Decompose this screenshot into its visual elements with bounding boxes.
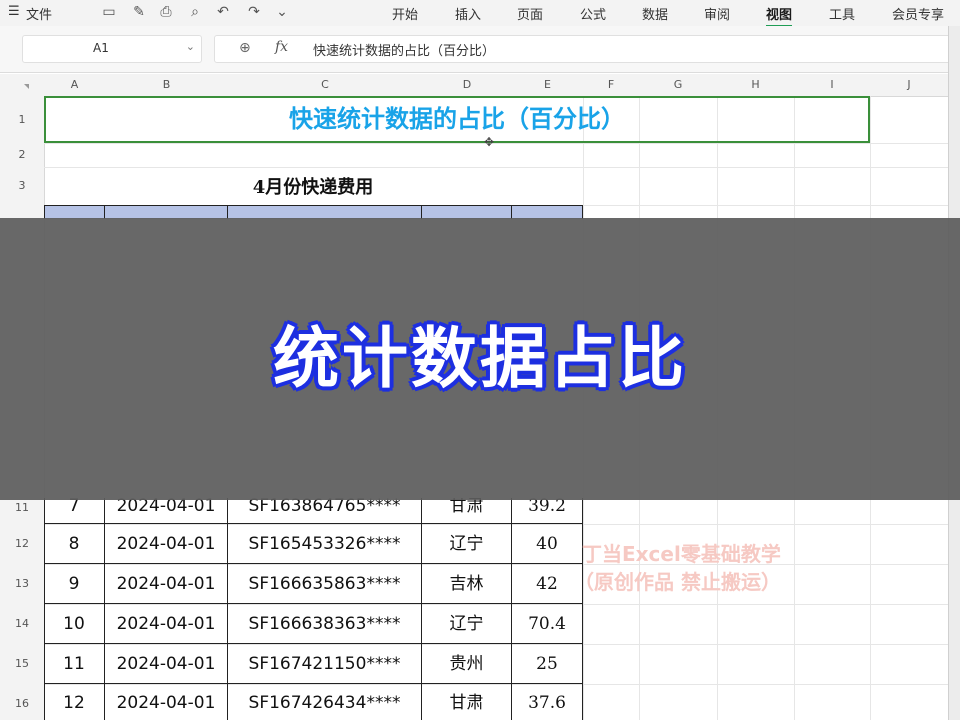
name-box[interactable]: A1 ⌄ [22,35,202,63]
cell-fee[interactable]: 37.6 [512,684,583,720]
formula-content: 快速统计数据的占比（百分比） [313,44,496,59]
file-menu[interactable]: 文件 [26,4,52,23]
cell-tracking[interactable]: SF163864765**** [228,498,422,524]
cell-tracking[interactable]: SF166635863**** [228,564,422,604]
cell-no[interactable]: 9 [44,564,105,604]
cell-no[interactable]: 11 [44,644,105,684]
caption-text: 统计数据占比 [273,320,687,397]
cell-fee[interactable]: 40 [512,524,583,564]
brush-icon[interactable]: ✎ [130,3,148,21]
table-header-cell[interactable] [512,205,583,219]
column-header-c[interactable]: C [228,74,422,97]
tab-member[interactable]: 会员专享 [892,4,948,23]
save-icon[interactable]: ▭ [100,3,118,21]
cell-no[interactable]: 10 [44,604,105,644]
cell-fee[interactable]: 25 [512,644,583,684]
column-header-g[interactable]: G [639,74,717,97]
select-all-icon [24,84,29,89]
row-header-2[interactable]: 2 [0,143,45,167]
tab-view[interactable]: 视图 [766,4,793,27]
table-header-cell[interactable] [228,205,422,219]
cell-date[interactable]: 2024-04-01 [105,644,228,684]
select-all-corner[interactable] [0,74,44,97]
column-header-j[interactable]: J [870,74,948,97]
row-header-16[interactable]: 16 [0,684,45,720]
column-header-h[interactable]: H [717,74,794,97]
cell-no[interactable]: 7 [44,498,105,524]
tab-tools[interactable]: 工具 [829,4,855,23]
print-icon[interactable]: ⎙ [157,3,175,21]
more-icon[interactable]: ⌄ [273,3,291,21]
cell-province[interactable]: 贵州 [422,644,512,684]
tab-home[interactable]: 开始 [392,4,418,23]
column-header-f[interactable]: F [583,74,639,97]
column-header-e[interactable]: E [512,74,583,97]
formula-bar: A1 ⌄ ⊕ fx 快速统计数据的占比（百分比） [0,26,960,73]
menu-bar: ☰ 文件 ▭ ✎ ⎙ ⌕ ↶ ↷ ⌄ 开始 插入 页面 公式 数据 审阅 视图 … [0,0,960,27]
cell-no[interactable]: 8 [44,524,105,564]
watermark-line-1: 丁当Excel零基础教学 [582,542,781,566]
cell-fee[interactable]: 42 [512,564,583,604]
cell-date[interactable]: 2024-04-01 [105,564,228,604]
grid-line [44,167,949,168]
cell-date[interactable]: 2024-04-01 [105,604,228,644]
column-header-a[interactable]: A [44,74,105,97]
row-header-13[interactable]: 13 [0,564,45,604]
cell-fee[interactable]: 39.2 [512,498,583,524]
redo-icon[interactable]: ↷ [245,3,263,21]
chevron-down-icon[interactable]: ⌄ [186,40,195,53]
cell-date[interactable]: 2024-04-01 [105,524,228,564]
cell-reference: A1 [93,41,109,55]
cell-province[interactable]: 甘肃 [422,684,512,720]
move-cursor-icon: ✥ [484,135,495,149]
row-header-1[interactable]: 1 [0,96,45,143]
cell-tracking[interactable]: SF165453326**** [228,524,422,564]
sheet-title-cell[interactable]: 快速统计数据的占比（百分比） [44,96,870,143]
tab-review[interactable]: 审阅 [704,4,730,23]
cell-province[interactable]: 辽宁 [422,604,512,644]
row-header-14[interactable]: 14 [0,604,45,644]
cell-province[interactable]: 甘肃 [422,498,512,524]
cell-province[interactable]: 吉林 [422,564,512,604]
column-header-d[interactable]: D [422,74,512,97]
table-subtitle[interactable]: 4月份快递费用 [228,173,398,199]
row-header-3[interactable]: 3 [0,167,45,205]
watermark-line-2: （原创作品 禁止搬运） [574,570,781,594]
tab-data[interactable]: 数据 [642,4,668,23]
tab-page[interactable]: 页面 [517,4,543,23]
print-preview-icon[interactable]: ⌕ [186,3,204,21]
table-header-cell[interactable] [422,205,512,219]
cell-date[interactable]: 2024-04-01 [105,498,228,524]
row-header-15[interactable]: 15 [0,644,45,684]
cell-date[interactable]: 2024-04-01 [105,684,228,720]
grid-line [44,143,949,144]
column-header-i[interactable]: I [794,74,870,97]
undo-icon[interactable]: ↶ [214,3,232,21]
cell-fee[interactable]: 70.4 [512,604,583,644]
table-header-cell[interactable] [44,205,105,219]
fx-icon[interactable]: fx [275,39,288,55]
zoom-icon[interactable]: ⊕ [239,40,251,56]
formula-input[interactable]: ⊕ fx 快速统计数据的占比（百分比） [214,35,951,63]
hamburger-menu-icon[interactable]: ☰ [8,4,20,19]
row-header-12[interactable]: 12 [0,524,45,564]
cell-tracking[interactable]: SF166638363**** [228,604,422,644]
tab-formulas[interactable]: 公式 [580,4,606,23]
tab-insert[interactable]: 插入 [455,4,481,23]
table-header-cell[interactable] [105,205,228,219]
row-header-11[interactable]: 11 [0,498,45,524]
cell-tracking[interactable]: SF167426434**** [228,684,422,720]
cell-tracking[interactable]: SF167421150**** [228,644,422,684]
cell-no[interactable]: 12 [44,684,105,720]
column-header-b[interactable]: B [105,74,228,97]
cell-province[interactable]: 辽宁 [422,524,512,564]
video-caption-banner: 统计数据占比 [0,218,960,500]
